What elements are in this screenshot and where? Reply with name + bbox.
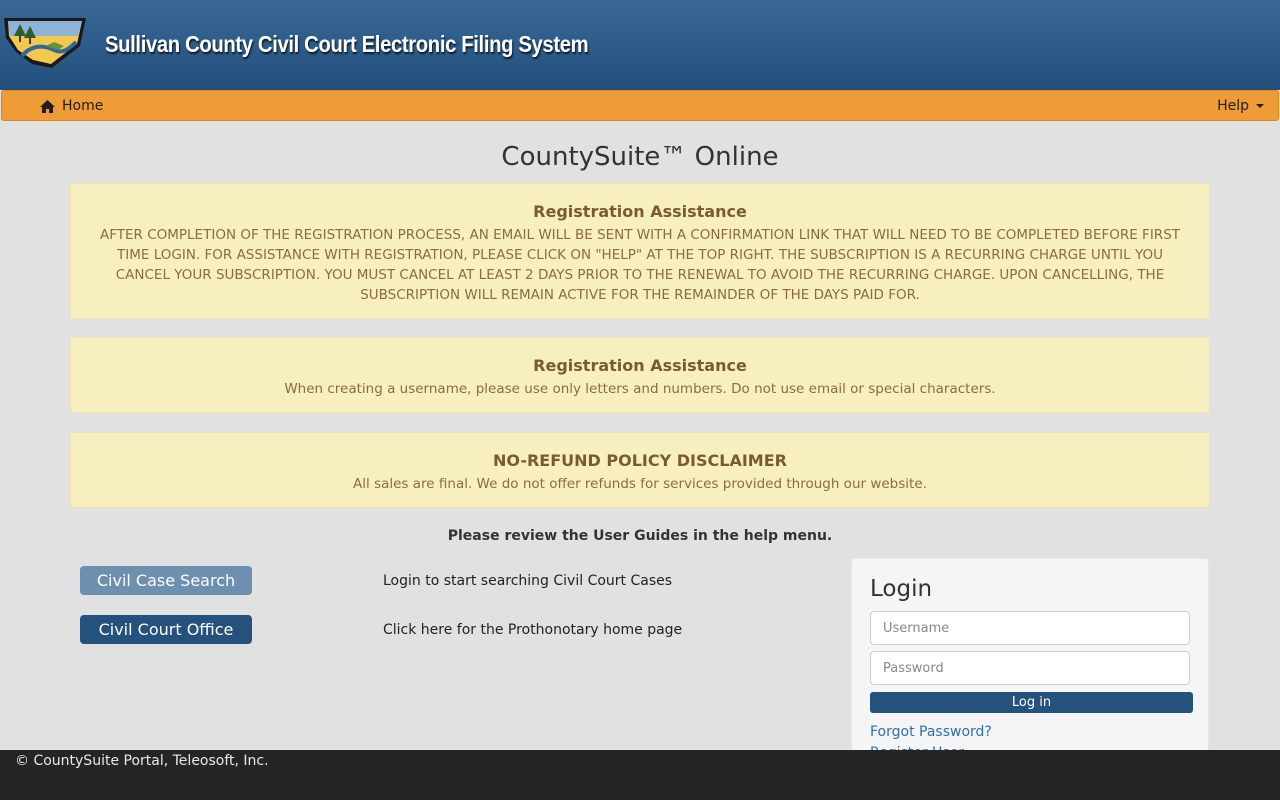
nav-help-label: Help (1217, 98, 1249, 114)
notice-title: NO-REFUND POLICY DISCLAIMER (493, 451, 787, 470)
civil-case-search-description: Login to start searching Civil Court Cas… (383, 573, 673, 589)
main-navbar: Home Help (1, 90, 1279, 121)
password-input[interactable] (870, 651, 1190, 685)
nav-home-label: Home (62, 98, 104, 114)
notice-registration-assistance: Registration Assistance AFTER COMPLETION… (70, 183, 1210, 319)
forgot-password-link[interactable]: Forgot Password? (870, 724, 992, 740)
app-header: Sullivan County Civil Court Electronic F… (0, 0, 1280, 90)
notice-body: All sales are final. We do not offer ref… (353, 476, 927, 492)
county-seal-logo (2, 16, 88, 70)
notice-no-refund: NO-REFUND POLICY DISCLAIMER All sales ar… (70, 432, 1210, 508)
civil-court-office-button[interactable]: Civil Court Office (80, 615, 252, 644)
login-button[interactable]: Log in (870, 692, 1193, 713)
site-title: Sullivan County Civil Court Electronic F… (105, 31, 589, 57)
civil-court-office-description: Click here for the Prothonotary home pag… (383, 622, 683, 638)
user-guides-note: Please review the User Guides in the hel… (447, 528, 833, 544)
notice-body: AFTER COMPLETION OF THE REGISTRATION PRO… (99, 227, 1181, 303)
notice-username-rules: Registration Assistance When creating a … (70, 337, 1210, 413)
civil-case-search-button[interactable]: Civil Case Search (80, 566, 252, 595)
login-title: Login (870, 576, 933, 602)
home-icon (40, 99, 55, 113)
nav-help-dropdown[interactable]: Help (1217, 97, 1264, 115)
caret-down-icon (1256, 104, 1264, 108)
login-panel: Login Log in Forgot Password? Register U… (851, 558, 1209, 768)
username-input[interactable] (870, 611, 1190, 645)
page-footer: © CountySuite Portal, Teleosoft, Inc. (0, 750, 1280, 800)
nav-home-link[interactable]: Home (40, 97, 103, 115)
notice-body: When creating a username, please use onl… (284, 381, 996, 397)
notice-title: Registration Assistance (533, 356, 747, 375)
footer-copyright: © CountySuite Portal, Teleosoft, Inc. (15, 753, 269, 769)
notice-title: Registration Assistance (533, 202, 747, 221)
page-title: CountySuite™ Online (501, 142, 779, 172)
